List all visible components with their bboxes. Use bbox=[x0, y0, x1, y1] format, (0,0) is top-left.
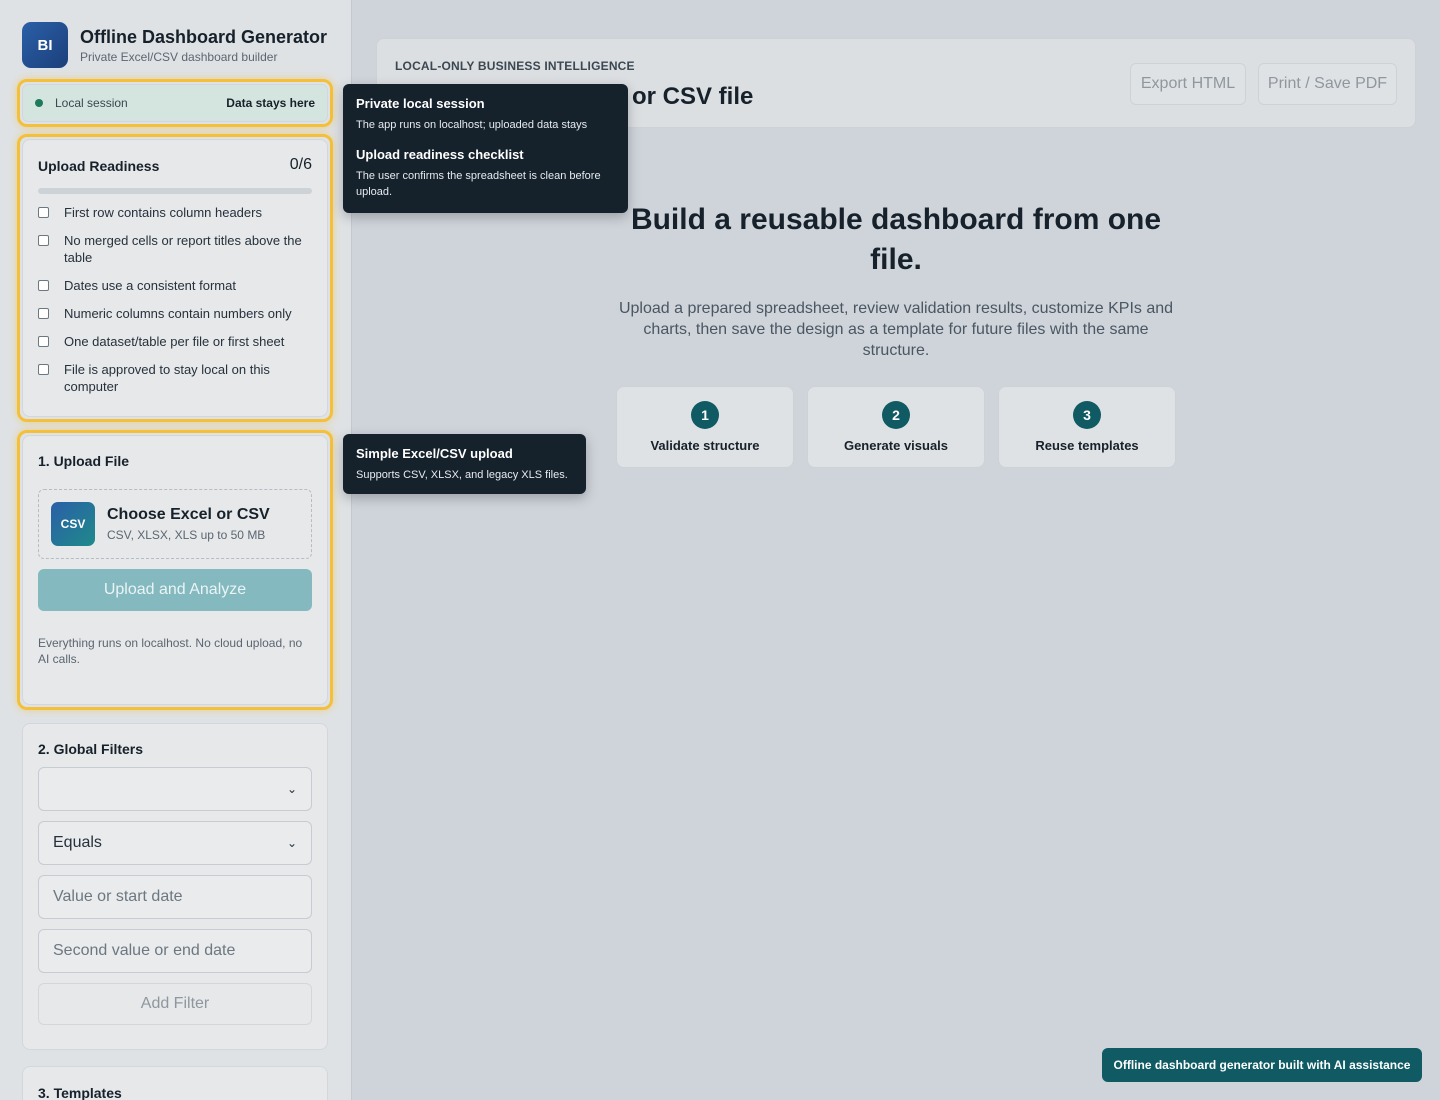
local-session-badge: Local session Data stays here bbox=[22, 84, 328, 122]
empty-state-hero: Build a reusable dashboard from one file… bbox=[616, 200, 1176, 361]
checklist-item[interactable]: Numeric columns contain numbers only bbox=[38, 305, 312, 322]
checkbox[interactable] bbox=[38, 364, 49, 375]
checklist-label: Dates use a consistent format bbox=[64, 278, 236, 293]
checklist-label: Numeric columns contain numbers only bbox=[64, 306, 292, 321]
checklist-item[interactable]: Dates use a consistent format bbox=[38, 277, 312, 294]
checkbox[interactable] bbox=[38, 336, 49, 347]
chevron-down-icon: ⌄ bbox=[286, 782, 297, 796]
filter-operator-select[interactable]: Equals ⌄ bbox=[38, 821, 312, 865]
hero-description: Upload a prepared spreadsheet, review va… bbox=[618, 300, 1174, 359]
filter-operator-value: Equals bbox=[53, 834, 102, 851]
checkbox[interactable] bbox=[38, 308, 49, 319]
brand-subtitle: Private Excel/CSV dashboard builder bbox=[80, 49, 278, 64]
readiness-title: Upload Readiness bbox=[38, 158, 160, 174]
step-number: 1 bbox=[691, 401, 719, 429]
checklist-item[interactable]: First row contains column headers bbox=[38, 204, 312, 221]
upload-note: Everything runs on localhost. No cloud u… bbox=[38, 636, 303, 666]
upload-title: 1. Upload File bbox=[38, 453, 130, 469]
session-tooltip: Private local session The app runs on lo… bbox=[343, 84, 628, 213]
readiness-checklist: First row contains column headers No mer… bbox=[38, 204, 312, 395]
step-label: Reuse templates bbox=[1035, 438, 1139, 453]
tooltip-body: The user confirms the spreadsheet is cle… bbox=[356, 170, 601, 198]
choose-file-subtitle: CSV, XLSX, XLS up to 50 MB bbox=[107, 528, 266, 542]
tooltip-title: Upload readiness checklist bbox=[356, 147, 524, 162]
chevron-down-icon: ⌄ bbox=[286, 836, 297, 850]
filter-value-input[interactable]: Value or start date bbox=[38, 875, 312, 919]
checklist-item[interactable]: File is approved to stay local on this c… bbox=[38, 361, 312, 395]
tooltip-title: Simple Excel/CSV upload bbox=[356, 446, 513, 461]
readiness-progress bbox=[38, 188, 312, 194]
upload-file-panel: 1. Upload File CSV Choose Excel or CSV C… bbox=[22, 435, 328, 705]
csv-file-icon: CSV bbox=[51, 502, 95, 546]
workflow-steps: 1 Validate structure 2 Generate visuals … bbox=[616, 386, 1189, 468]
print-pdf-button[interactable]: Print / Save PDF bbox=[1258, 63, 1397, 105]
checkbox[interactable] bbox=[38, 235, 49, 246]
tooltip-body: Supports CSV, XLSX, and legacy XLS files… bbox=[356, 469, 568, 481]
brand-title: Offline Dashboard Generator bbox=[80, 26, 328, 47]
templates-title: 3. Templates bbox=[38, 1085, 122, 1100]
header-title: or CSV file bbox=[632, 83, 754, 110]
step-number: 2 bbox=[882, 401, 910, 429]
add-filter-button[interactable]: Add Filter bbox=[38, 983, 312, 1025]
upload-tooltip: Simple Excel/CSV upload Supports CSV, XL… bbox=[343, 434, 586, 494]
step-label: Validate structure bbox=[650, 438, 760, 453]
export-html-button[interactable]: Export HTML bbox=[1130, 63, 1246, 105]
checklist-label: One dataset/table per file or first shee… bbox=[64, 334, 285, 349]
tooltip-title: Private local session bbox=[356, 96, 485, 111]
upload-readiness-panel: Upload Readiness 0/6 First row contains … bbox=[22, 139, 328, 417]
checklist-label: File is approved to stay local on this c… bbox=[64, 362, 270, 394]
header-eyebrow: LOCAL-ONLY BUSINESS INTELLIGENCE bbox=[395, 59, 635, 73]
checkbox[interactable] bbox=[38, 207, 49, 218]
brand-logo: BI bbox=[22, 22, 68, 68]
checklist-item[interactable]: One dataset/table per file or first shee… bbox=[38, 333, 312, 350]
step-label: Generate visuals bbox=[843, 438, 949, 453]
filter-second-value-input[interactable]: Second value or end date bbox=[38, 929, 312, 973]
hero-title: Build a reusable dashboard from one file… bbox=[630, 203, 1162, 276]
checklist-label: First row contains column headers bbox=[64, 205, 262, 220]
step-card: 1 Validate structure bbox=[616, 386, 794, 468]
status-dot-icon bbox=[35, 99, 43, 107]
footer-badge[interactable]: Offline dashboard generator built with A… bbox=[1102, 1048, 1422, 1082]
step-card: 2 Generate visuals bbox=[807, 386, 985, 468]
session-right-label: Data stays here bbox=[226, 96, 315, 110]
filters-title: 2. Global Filters bbox=[38, 741, 144, 757]
templates-panel: 3. Templates bbox=[22, 1066, 328, 1100]
upload-analyze-button[interactable]: Upload and Analyze bbox=[38, 569, 312, 611]
filter-column-select[interactable]: ⌄ bbox=[38, 767, 312, 811]
file-dropzone[interactable]: CSV Choose Excel or CSV CSV, XLSX, XLS u… bbox=[38, 489, 312, 559]
global-filters-panel: 2. Global Filters ⌄ Equals ⌄ Value or st… bbox=[22, 723, 328, 1050]
readiness-count: 0/6 bbox=[289, 156, 312, 173]
checkbox[interactable] bbox=[38, 280, 49, 291]
choose-file-title: Choose Excel or CSV bbox=[107, 506, 270, 523]
step-number: 3 bbox=[1073, 401, 1101, 429]
session-label: Local session bbox=[55, 96, 128, 110]
tooltip-body: The app runs on localhost; uploaded data… bbox=[356, 119, 588, 131]
checklist-label: No merged cells or report titles above t… bbox=[64, 233, 302, 265]
checklist-item[interactable]: No merged cells or report titles above t… bbox=[38, 232, 312, 266]
step-card: 3 Reuse templates bbox=[998, 386, 1176, 468]
brand: BI Offline Dashboard Generator Private E… bbox=[22, 22, 327, 68]
sidebar: BI Offline Dashboard Generator Private E… bbox=[0, 0, 352, 1100]
